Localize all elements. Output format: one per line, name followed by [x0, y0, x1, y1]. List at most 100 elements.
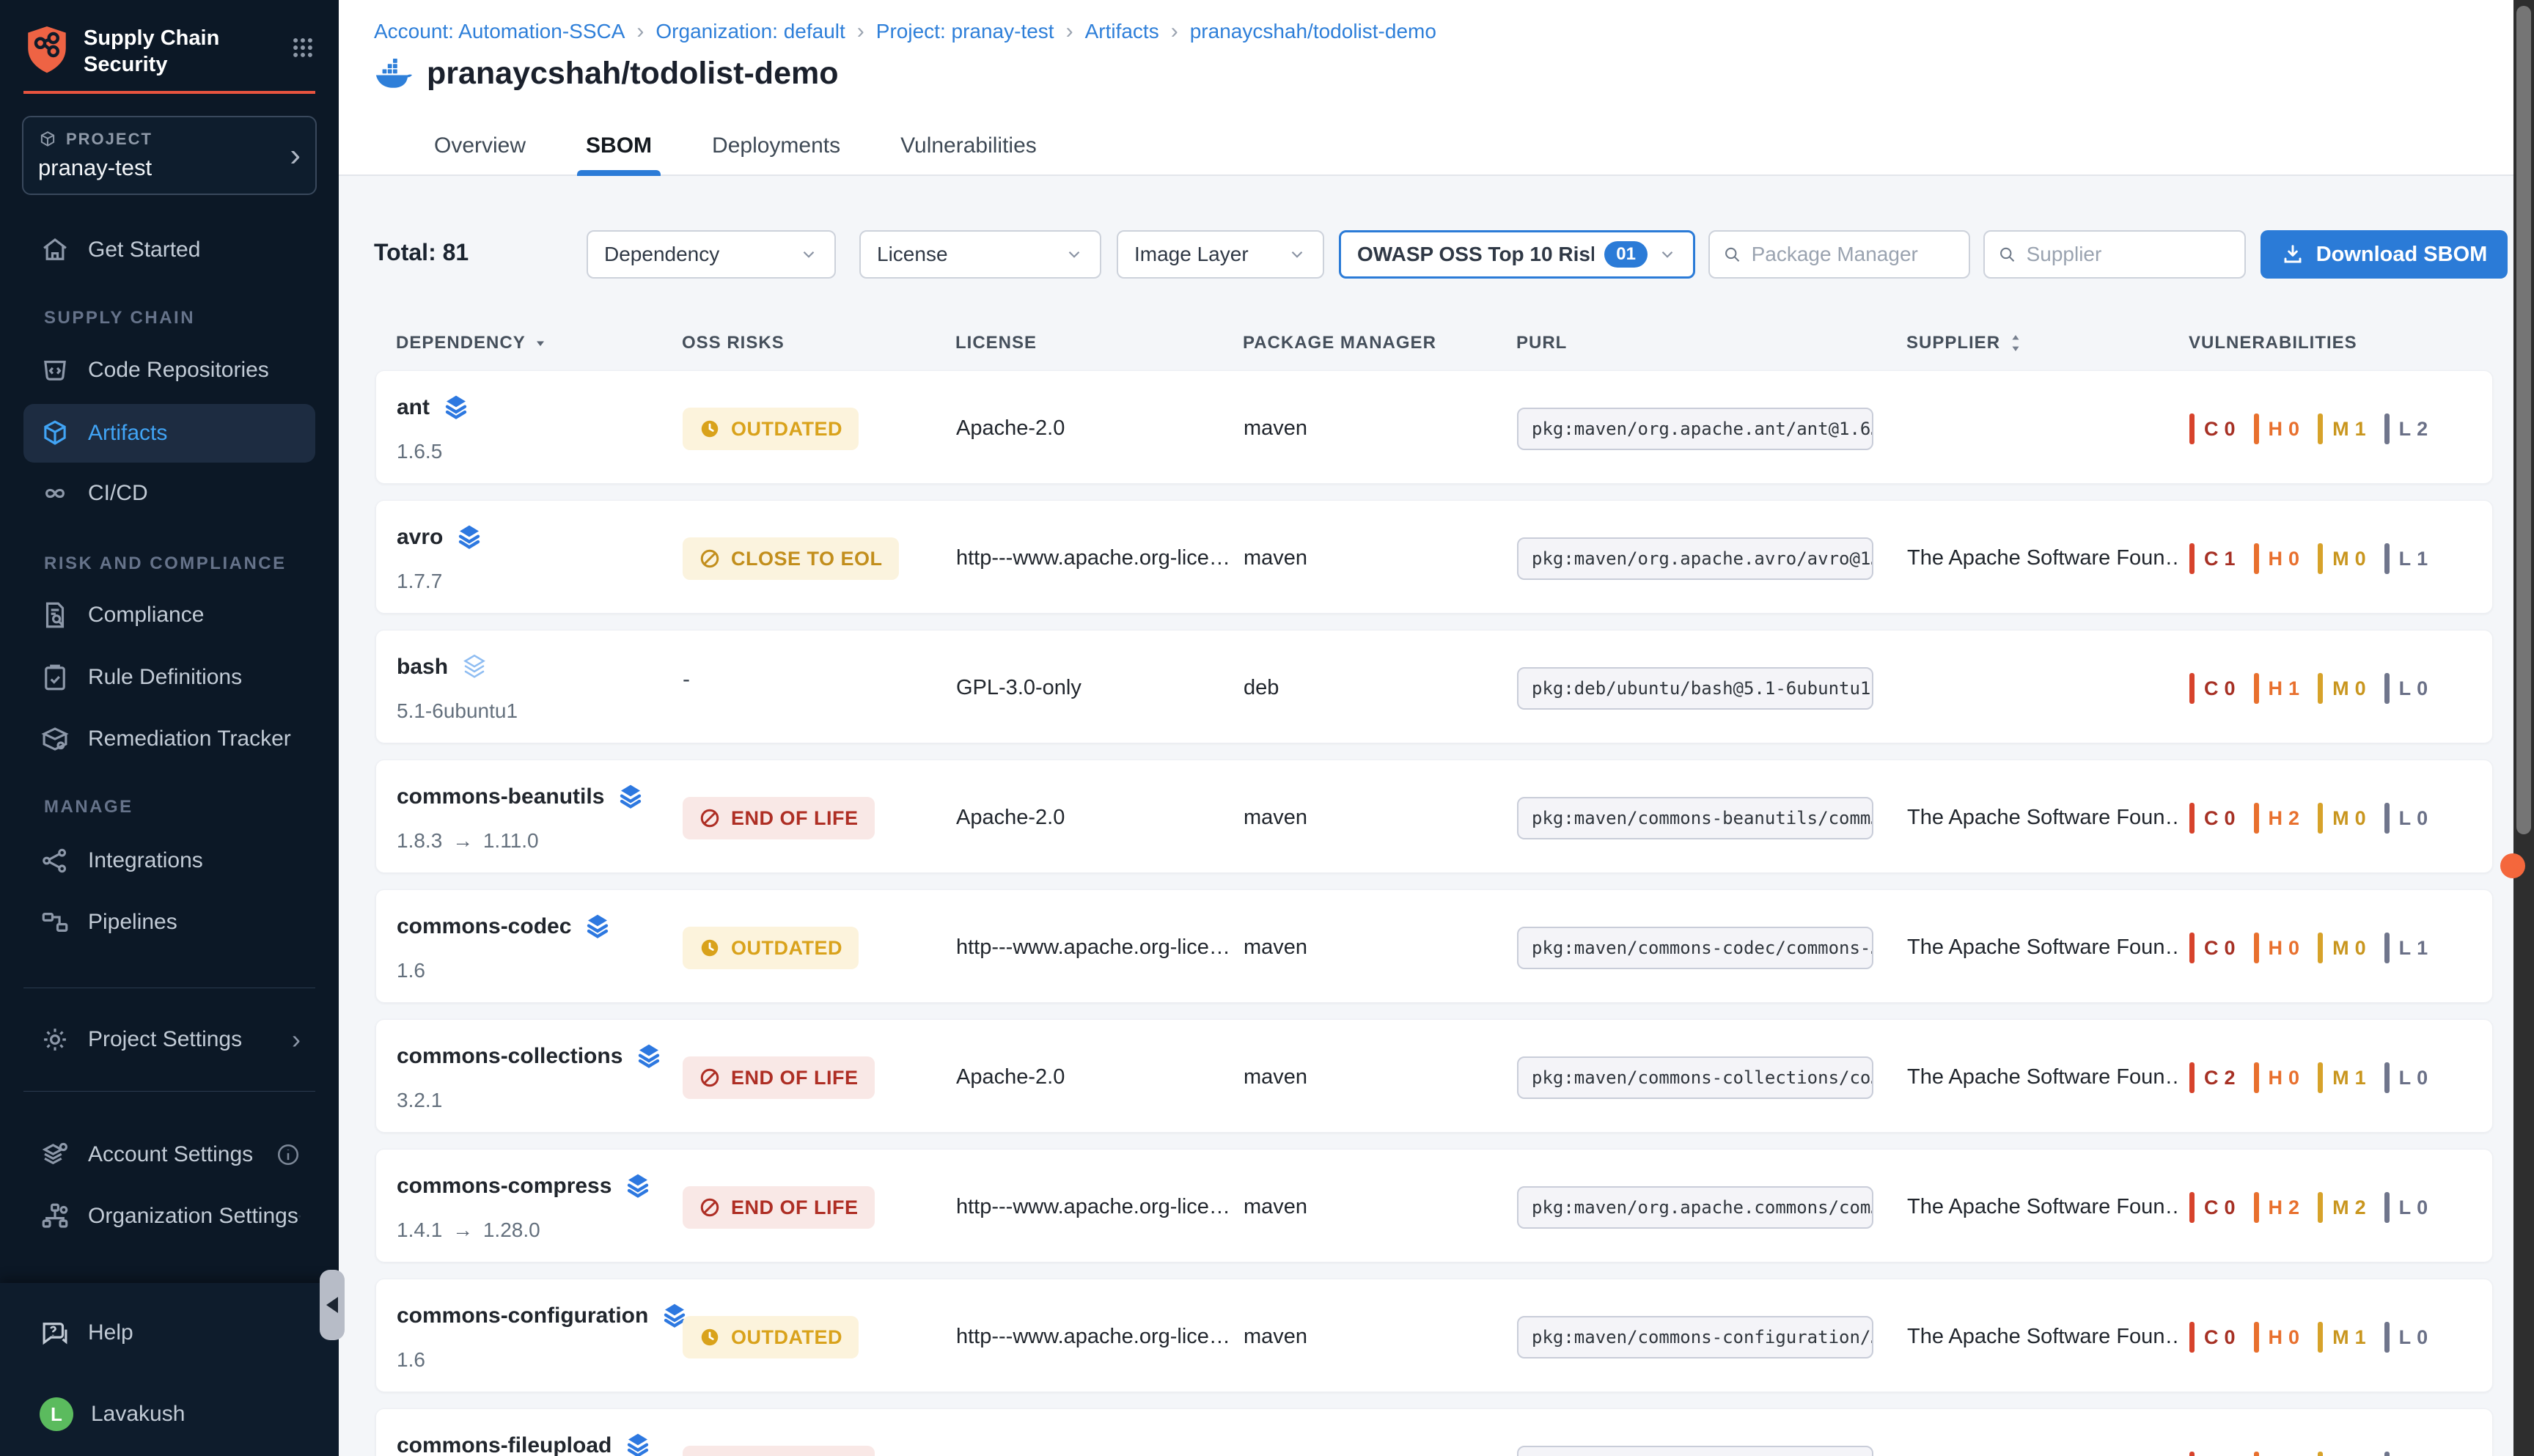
help-button[interactable]: Help — [23, 1306, 133, 1359]
dependency-filter-dropdown[interactable]: Dependency — [587, 230, 836, 279]
sidebar-section-supply-chain: SUPPLY CHAIN — [44, 308, 195, 328]
table-row[interactable]: ant1.6.5OUTDATEDApache-2.0mavenpkg:maven… — [375, 370, 2493, 484]
sidebar-item-integrations[interactable]: Integrations — [23, 834, 315, 887]
vuln-medium-bar — [2318, 413, 2323, 444]
project-selector[interactable]: PROJECT pranay-test › — [22, 116, 317, 195]
table-row[interactable]: bash5.1-6ubuntu1-GPL-3.0-onlydebpkg:deb/… — [375, 630, 2493, 743]
purl-chip[interactable]: pkg:maven/commons-codec/commons-… — [1517, 927, 1873, 969]
breadcrumb-separator: › — [1171, 19, 1178, 44]
vuln-low: L0 — [2384, 1452, 2429, 1456]
purl-chip[interactable]: pkg:maven/org.apache.avro/avro@1… — [1517, 537, 1873, 580]
vuln-low-bar — [2384, 1062, 2390, 1093]
purl-chip[interactable]: pkg:maven/commons-fileupload/com… — [1517, 1446, 1873, 1456]
notification-dot[interactable] — [2500, 853, 2525, 878]
vuln-medium: M1 — [2318, 413, 2367, 444]
upgrade-arrow-icon: → — [448, 829, 477, 852]
total-count: Total: 81 — [374, 239, 469, 266]
column-header-license[interactable]: LICENSE — [955, 333, 1037, 353]
info-icon[interactable] — [276, 1142, 301, 1167]
clipboard-check-icon — [40, 662, 70, 693]
table-row[interactable]: commons-beanutils1.8.3 → 1.11.0END OF LI… — [375, 760, 2493, 873]
purl-chip[interactable]: pkg:deb/ubuntu/bash@5.1-6ubuntu1 — [1517, 667, 1873, 710]
vuln-medium-bar — [2318, 1062, 2323, 1093]
breadcrumb-project[interactable]: Project: pranay-test — [876, 20, 1054, 43]
layers-icon — [623, 1431, 653, 1456]
tab-overview[interactable]: Overview — [425, 133, 535, 176]
purl-chip[interactable]: pkg:maven/commons-configuration/… — [1517, 1316, 1873, 1358]
breadcrumb-organization[interactable]: Organization: default — [655, 20, 845, 43]
layers-icon — [616, 782, 645, 812]
owasp-risks-filter-dropdown[interactable]: OWASP OSS Top 10 Risks 01 — [1339, 230, 1695, 279]
pipelines-icon — [40, 907, 70, 938]
sidebar-item-label: Code Repositories — [88, 358, 269, 383]
download-sbom-button[interactable]: Download SBOM — [2261, 230, 2508, 279]
vuln-high: H1 — [2254, 673, 2301, 704]
table-row[interactable]: avro1.7.7CLOSE TO EOLhttp---www.apache.o… — [375, 500, 2493, 614]
sidebar-item-cicd[interactable]: CI/CD — [23, 467, 315, 520]
page-scrollbar-track[interactable] — [2513, 0, 2534, 1456]
package-manager-search-input[interactable] — [1752, 243, 1955, 266]
table-row[interactable]: commons-compress1.4.1 → 1.28.0END OF LIF… — [375, 1149, 2493, 1262]
tab-deployments[interactable]: Deployments — [703, 133, 849, 176]
package-manager-search — [1708, 230, 1970, 279]
vuln-high-bar — [2254, 543, 2259, 574]
sidebar-footer: Help L Lavakush — [0, 1283, 339, 1456]
dependency-version: 1.4.1 → 1.28.0 — [397, 1218, 540, 1242]
sidebar-item-organization-settings[interactable]: Organization Settings — [23, 1190, 315, 1243]
dependency-name: commons-collections — [397, 1042, 664, 1071]
vuln-medium-bar — [2318, 933, 2323, 963]
vuln-low: L1 — [2384, 933, 2429, 963]
purl-chip[interactable]: pkg:maven/commons-beanutils/comm… — [1517, 797, 1873, 839]
column-header-dependency[interactable]: DEPENDENCY — [396, 333, 548, 353]
license-filter-dropdown[interactable]: License — [859, 230, 1101, 279]
column-header-package-manager[interactable]: PACKAGE MANAGER — [1243, 333, 1436, 353]
purl-chip[interactable]: pkg:maven/org.apache.ant/ant@1.6… — [1517, 408, 1873, 450]
layers-outline-icon — [460, 652, 489, 682]
vuln-high: H2 — [2254, 1192, 2301, 1223]
supplier-cell: The Apache Software Foun… — [1907, 935, 2178, 960]
purl-chip[interactable]: pkg:maven/org.apache.commons/com… — [1517, 1186, 1873, 1229]
table-row[interactable]: commons-configuration1.6OUTDATEDhttp---w… — [375, 1279, 2493, 1392]
purl-chip[interactable]: pkg:maven/commons-collections/co… — [1517, 1056, 1873, 1099]
vuln-low-bar — [2384, 1322, 2390, 1353]
sidebar-item-pipelines[interactable]: Pipelines — [23, 896, 315, 949]
tab-sbom[interactable]: SBOM — [577, 133, 661, 176]
table-row[interactable]: commons-collections3.2.1END OF LIFEApach… — [375, 1019, 2493, 1133]
sidebar-collapse-handle[interactable] — [320, 1270, 345, 1340]
supplier-search-input[interactable] — [2027, 243, 2231, 266]
sidebar-item-project-settings[interactable]: Project Settings › — [23, 1013, 315, 1066]
info-icon[interactable] — [298, 1204, 301, 1229]
column-header-purl[interactable]: PURL — [1516, 333, 1567, 353]
slash-circle-icon — [699, 807, 721, 829]
license-cell: Apache-2.0 — [956, 806, 1065, 830]
table-row[interactable]: commons-codec1.6OUTDATEDhttp---www.apach… — [375, 889, 2493, 1003]
license-cell: http---www.apache.org-lice… — [956, 546, 1230, 570]
app-switcher-grid-icon[interactable] — [290, 35, 315, 60]
vuln-medium-bar — [2318, 803, 2323, 834]
column-header-supplier[interactable]: SUPPLIER — [1906, 333, 2024, 353]
license-cell: http---www.apache.org-lice… — [956, 935, 1230, 960]
tab-vulnerabilities[interactable]: Vulnerabilities — [892, 133, 1046, 176]
vuln-critical-bar — [2189, 1452, 2195, 1456]
sidebar-item-get-started[interactable]: Get Started — [23, 224, 315, 276]
column-header-vulnerabilities[interactable]: VULNERABILITIES — [2189, 333, 2357, 353]
breadcrumb-artifacts[interactable]: Artifacts — [1085, 20, 1159, 43]
image-layer-filter-dropdown[interactable]: Image Layer — [1117, 230, 1324, 279]
vuln-critical: C1 — [2189, 543, 2236, 574]
sidebar-item-account-settings[interactable]: Account Settings — [23, 1128, 315, 1181]
breadcrumb-account[interactable]: Account: Automation-SSCA — [374, 20, 625, 43]
table-row[interactable]: commons-fileuploadEND OF LIFEApache-2.0m… — [375, 1408, 2493, 1456]
sidebar-item-remediation-tracker[interactable]: Remediation Tracker — [23, 713, 315, 765]
sidebar-item-compliance[interactable]: Compliance — [23, 589, 315, 641]
sidebar-item-artifacts[interactable]: Artifacts — [23, 404, 315, 463]
column-header-oss-risks[interactable]: OSS RISKS — [682, 333, 785, 353]
user-menu[interactable]: L Lavakush — [23, 1388, 185, 1441]
page-scrollbar-thumb[interactable] — [2516, 6, 2531, 834]
slash-circle-icon — [699, 548, 721, 570]
oss-risk-badge: END OF LIFE — [683, 797, 875, 839]
sidebar-item-code-repositories[interactable]: Code Repositories — [23, 344, 315, 397]
breadcrumb-current[interactable]: pranaycshah/todolist-demo — [1190, 20, 1436, 43]
sidebar-item-rule-definitions[interactable]: Rule Definitions — [23, 651, 315, 704]
license-cell: GPL-3.0-only — [956, 676, 1081, 700]
supplier-cell: The Apache Software Foun… — [1907, 1195, 2178, 1219]
